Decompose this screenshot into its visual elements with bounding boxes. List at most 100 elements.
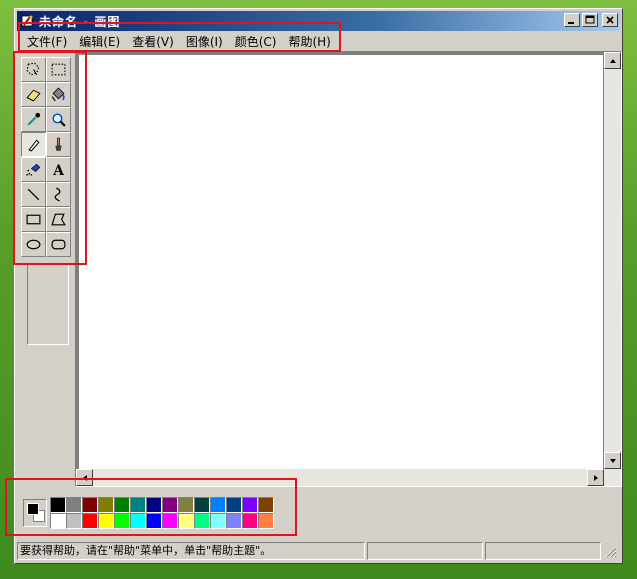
text-icon: A bbox=[52, 163, 64, 178]
airbrush-icon bbox=[26, 163, 41, 176]
maximize-icon bbox=[585, 15, 595, 24]
maximize-button[interactable] bbox=[582, 13, 598, 27]
curve-icon bbox=[54, 187, 61, 202]
palette-swatch[interactable] bbox=[66, 513, 82, 529]
paint-window: 未命名 - 画图 文件(F) 编辑(E) 查看(V) 图像(I) 颜色(C) 帮… bbox=[14, 8, 623, 564]
arrow-right-icon bbox=[593, 474, 598, 481]
title-bar[interactable]: 未命名 - 画图 bbox=[17, 11, 620, 31]
palette-swatch[interactable] bbox=[114, 497, 130, 513]
ellipse-icon bbox=[26, 239, 41, 250]
palette-swatch[interactable] bbox=[162, 513, 178, 529]
palette-swatch[interactable] bbox=[50, 497, 66, 513]
fill-tool[interactable] bbox=[46, 82, 71, 107]
polygon-icon bbox=[51, 213, 66, 226]
brush-icon bbox=[55, 137, 62, 151]
arrow-down-icon bbox=[609, 458, 616, 463]
palette-swatch[interactable] bbox=[146, 497, 162, 513]
palette-swatch[interactable] bbox=[82, 497, 98, 513]
palette-swatch[interactable] bbox=[146, 513, 162, 529]
palette-swatches bbox=[50, 497, 274, 529]
rect-select-icon bbox=[51, 63, 66, 76]
palette-swatch[interactable] bbox=[194, 497, 210, 513]
polygon-tool[interactable] bbox=[46, 207, 71, 232]
menu-colors[interactable]: 颜色(C) bbox=[229, 33, 283, 50]
line-icon bbox=[27, 188, 40, 201]
resize-grip-icon[interactable] bbox=[603, 544, 617, 558]
close-icon bbox=[606, 16, 614, 24]
text-tool[interactable]: A bbox=[46, 157, 71, 182]
magnifier-tool[interactable] bbox=[46, 107, 71, 132]
status-cell-coords bbox=[367, 542, 483, 560]
scroll-down-button[interactable] bbox=[604, 452, 621, 469]
scroll-left-button[interactable] bbox=[76, 469, 93, 486]
free-select-icon bbox=[26, 62, 40, 76]
palette-swatch[interactable] bbox=[114, 513, 130, 529]
magnifier-icon bbox=[52, 113, 66, 127]
palette-swatch[interactable] bbox=[98, 497, 114, 513]
vertical-scrollbar[interactable] bbox=[604, 52, 621, 469]
eraser-icon bbox=[26, 89, 41, 102]
palette-swatch[interactable] bbox=[130, 513, 146, 529]
minimize-button[interactable] bbox=[564, 13, 580, 27]
minimize-icon bbox=[568, 22, 574, 24]
fill-bucket-icon bbox=[51, 87, 65, 102]
arrow-left-icon bbox=[82, 474, 87, 481]
current-colors[interactable] bbox=[23, 499, 47, 527]
foreground-color[interactable] bbox=[27, 503, 39, 515]
curve-tool[interactable] bbox=[46, 182, 71, 207]
palette-swatch[interactable] bbox=[258, 513, 274, 529]
rectangle-tool[interactable] bbox=[21, 207, 46, 232]
palette-swatch[interactable] bbox=[178, 497, 194, 513]
palette-swatch[interactable] bbox=[82, 513, 98, 529]
color-palette bbox=[17, 489, 620, 541]
drawing-canvas[interactable] bbox=[79, 55, 603, 471]
canvas-frame bbox=[75, 51, 622, 487]
ellipse-tool[interactable] bbox=[21, 232, 46, 257]
palette-swatch[interactable] bbox=[242, 513, 258, 529]
arrow-up-icon bbox=[609, 58, 616, 63]
rectangle-icon bbox=[26, 214, 41, 225]
brush-tool[interactable] bbox=[46, 132, 71, 157]
status-bar: 要获得帮助，请在"帮助"菜单中，单击"帮助主题"。 bbox=[17, 541, 620, 561]
palette-swatch[interactable] bbox=[98, 513, 114, 529]
menu-help[interactable]: 帮助(H) bbox=[282, 33, 336, 50]
palette-swatch[interactable] bbox=[242, 497, 258, 513]
status-cell-size bbox=[485, 542, 601, 560]
tool-options-box[interactable] bbox=[27, 263, 69, 345]
window-title: 未命名 - 画图 bbox=[39, 14, 121, 29]
palette-swatch[interactable] bbox=[130, 497, 146, 513]
rounded-rect-tool[interactable] bbox=[46, 232, 71, 257]
palette-swatch[interactable] bbox=[258, 497, 274, 513]
palette-swatch[interactable] bbox=[226, 497, 242, 513]
palette-swatch[interactable] bbox=[66, 497, 82, 513]
scroll-up-button[interactable] bbox=[604, 52, 621, 69]
palette-swatch[interactable] bbox=[210, 497, 226, 513]
scroll-right-button[interactable] bbox=[587, 469, 604, 486]
paint-app-icon[interactable] bbox=[21, 14, 35, 28]
menu-edit[interactable]: 编辑(E) bbox=[73, 33, 126, 50]
rounded-rect-icon bbox=[51, 239, 66, 250]
pencil-icon bbox=[28, 139, 40, 152]
airbrush-tool[interactable] bbox=[21, 157, 46, 182]
menu-view[interactable]: 查看(V) bbox=[126, 33, 180, 50]
toolbox: A bbox=[21, 57, 73, 257]
status-text: 要获得帮助，请在"帮助"菜单中，单击"帮助主题"。 bbox=[17, 542, 365, 560]
rect-select-tool[interactable] bbox=[46, 57, 71, 82]
palette-swatch[interactable] bbox=[178, 513, 194, 529]
palette-swatch[interactable] bbox=[194, 513, 210, 529]
palette-swatch[interactable] bbox=[210, 513, 226, 529]
close-button[interactable] bbox=[602, 13, 618, 27]
window-controls bbox=[564, 13, 618, 27]
palette-swatch[interactable] bbox=[50, 513, 66, 529]
color-picker-icon bbox=[27, 112, 41, 126]
color-picker-tool[interactable] bbox=[21, 107, 46, 132]
palette-swatch[interactable] bbox=[226, 513, 242, 529]
pencil-tool[interactable] bbox=[21, 132, 46, 157]
menu-file[interactable]: 文件(F) bbox=[21, 33, 73, 50]
eraser-tool[interactable] bbox=[21, 82, 46, 107]
palette-swatch[interactable] bbox=[162, 497, 178, 513]
menu-image[interactable]: 图像(I) bbox=[180, 33, 229, 50]
line-tool[interactable] bbox=[21, 182, 46, 207]
free-select-tool[interactable] bbox=[21, 57, 46, 82]
horizontal-scrollbar[interactable] bbox=[76, 469, 621, 486]
